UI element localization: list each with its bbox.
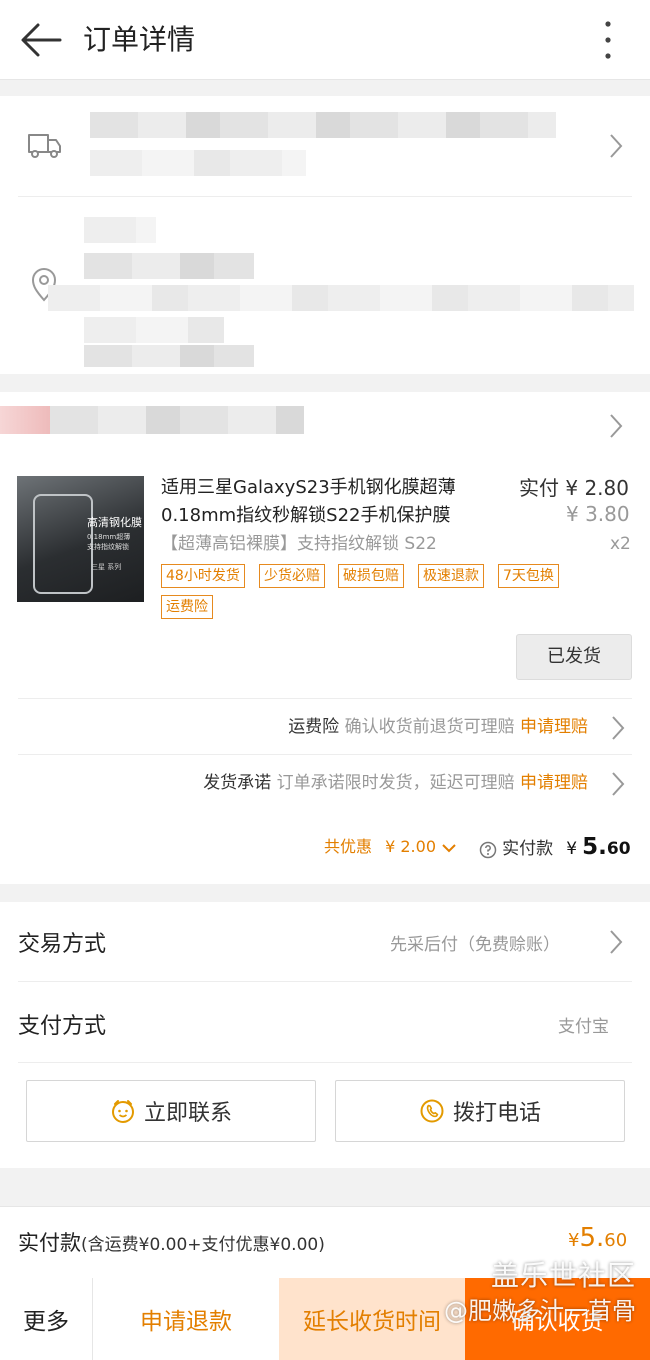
discount-label: 共优惠 — [324, 837, 373, 856]
divider — [18, 698, 632, 699]
logistics-address-card — [0, 96, 650, 374]
total-amount-int: 5. — [579, 1223, 605, 1253]
product-original-price: ¥ 3.80 — [566, 502, 630, 526]
paid-summary: 实付款 ¥ 5.60 — [479, 832, 631, 862]
page-title: 订单详情 — [83, 23, 196, 56]
service-tag: 7天包换 — [498, 564, 559, 588]
extend-receipt-button[interactable]: 延长收货时间 — [279, 1278, 465, 1360]
receiver-name-redacted — [84, 217, 156, 243]
confirm-receipt-button[interactable]: 确认收货 — [465, 1278, 650, 1360]
trade-method-value: 先采后付（免费赊账） — [390, 935, 560, 955]
thumb-title: 高清钢化膜 — [87, 516, 142, 529]
service-tag: 破损包赔 — [338, 564, 404, 588]
service-tag: 极速退款 — [418, 564, 484, 588]
service-tag: 48小时发货 — [161, 564, 245, 588]
more-actions-button[interactable]: 更多 — [0, 1278, 93, 1360]
product-quantity: x2 — [610, 534, 631, 554]
chevron-right-icon — [610, 414, 623, 438]
total-amount-dec: 60 — [604, 1230, 628, 1251]
call-seller-button[interactable]: 拨打电话 — [335, 1080, 625, 1142]
thumb-series: 三星 系列 — [91, 563, 122, 571]
total-detail: (含运费¥0.00+支付优惠¥0.00) — [81, 1235, 325, 1255]
paid-amount-dec: 60 — [606, 839, 631, 859]
paid-amount-int: 5. — [582, 834, 607, 860]
promise-claim-link[interactable]: 申请理赔 — [520, 773, 588, 793]
payment-method-row: 支付方式 支付宝 — [0, 982, 650, 1062]
discount-value: ¥ 2.00 — [385, 837, 436, 856]
address-row[interactable] — [0, 197, 650, 374]
service-tag: 少货必赔 — [259, 564, 325, 588]
payment-method-value: 支付宝 — [558, 1017, 609, 1037]
product-paid-price: 实付 ¥ 2.80 — [519, 476, 629, 500]
logistics-row[interactable] — [0, 96, 650, 196]
payment-method-label: 支付方式 — [18, 1014, 107, 1039]
product-thumbnail[interactable]: 高清钢化膜 0.18mm超薄 支持指纹解锁 三星 系列 — [17, 476, 144, 602]
divider — [18, 754, 632, 755]
truck-icon — [28, 134, 61, 158]
logistics-time-redacted — [90, 150, 306, 176]
contact-seller-button[interactable]: 立即联系 — [26, 1080, 316, 1142]
address-line3-redacted — [84, 345, 254, 367]
shop-row[interactable] — [0, 392, 650, 450]
shipping-promise-row[interactable]: 发货承诺 订单承诺限时发货，延迟可理赔 申请理赔 — [203, 768, 588, 798]
discount-summary[interactable]: 共优惠 ¥ 2.00 — [324, 832, 457, 862]
chevron-right-icon — [612, 772, 625, 796]
chevron-right-icon — [612, 716, 625, 740]
product-name[interactable]: 适用三星GalaxyS23手机钢化膜超薄0.18mm指纹秒解锁S22手机保护膜 — [161, 474, 511, 530]
freight-insurance-row[interactable]: 运费险 确认收货前退货可理赔 申请理赔 — [288, 712, 588, 742]
total-amount: ¥5.60 — [568, 1223, 627, 1253]
total-text: 实付款(含运费¥0.00+支付优惠¥0.00) — [18, 1227, 325, 1257]
logistics-status-redacted — [90, 112, 556, 138]
apply-refund-button[interactable]: 申请退款 — [93, 1278, 279, 1360]
shipping-promise-desc: 订单承诺限时发货，延迟可理赔 — [276, 773, 515, 793]
paid-label: 实付款 — [502, 839, 554, 859]
trade-method-row[interactable]: 交易方式 先采后付（免费赊账） — [0, 902, 650, 980]
phone-outline — [33, 494, 93, 594]
receiver-phone-redacted — [84, 253, 254, 279]
call-seller-label: 拨打电话 — [452, 1101, 541, 1126]
address-line2-redacted — [84, 317, 224, 343]
address-line1-redacted — [48, 285, 634, 311]
contact-seller-label: 立即联系 — [143, 1101, 232, 1126]
shop-name-redacted — [50, 406, 304, 434]
header-bar: 订单详情 — [0, 0, 650, 80]
divider — [18, 1062, 632, 1063]
thumb-sub1: 0.18mm超薄 — [87, 533, 131, 541]
thumb-sub2: 支持指纹解锁 — [87, 543, 129, 551]
chevron-down-icon — [442, 843, 456, 852]
total-label: 实付款 — [18, 1231, 81, 1255]
freight-insurance-desc: 确认收货前退货可理赔 — [344, 717, 515, 737]
trade-method-label: 交易方式 — [18, 932, 107, 957]
bottom-action-bar: 更多 申请退款 延长收货时间 确认收货 — [0, 1278, 650, 1360]
shop-logo-redacted — [0, 406, 50, 434]
product-variant: 【超薄高铝裸膜】支持指纹解锁 S22 — [161, 534, 437, 554]
shipped-status-button[interactable]: 已发货 — [516, 634, 632, 680]
shipping-promise-label: 发货承诺 — [203, 773, 272, 793]
chevron-right-icon — [610, 134, 623, 158]
chat-face-icon — [111, 1100, 134, 1123]
paid-currency: ¥ — [566, 839, 578, 859]
help-circle-icon[interactable] — [479, 841, 497, 859]
freight-claim-link[interactable]: 申请理赔 — [520, 717, 588, 737]
service-tag: 运费险 — [161, 595, 213, 619]
freight-insurance-label: 运费险 — [288, 717, 340, 737]
total-currency: ¥ — [568, 1230, 580, 1251]
more-vertical-icon[interactable] — [596, 18, 620, 62]
back-arrow-icon[interactable] — [16, 20, 66, 60]
total-bar: 实付款(含运费¥0.00+支付优惠¥0.00) ¥5.60 — [0, 1206, 650, 1278]
phone-icon — [420, 1099, 444, 1123]
chevron-right-icon — [610, 930, 623, 954]
